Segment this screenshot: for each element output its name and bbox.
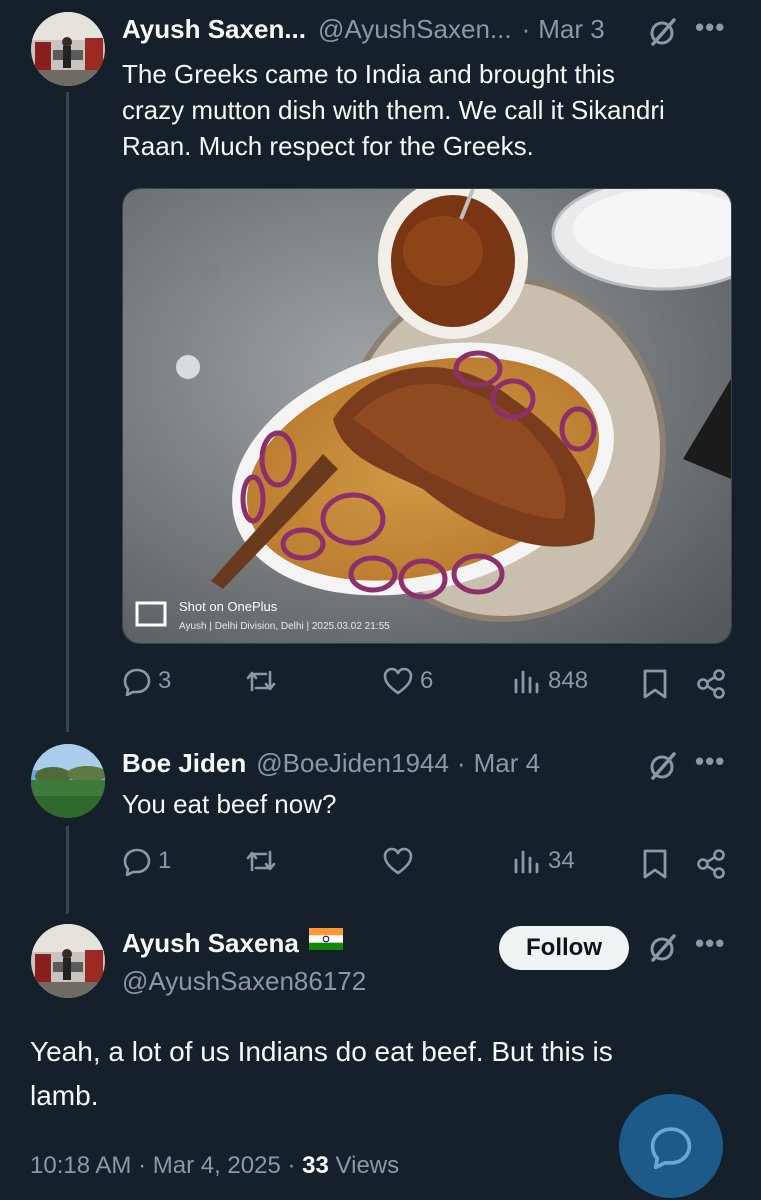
watermark-title: Shot on OnePlus [179,599,278,614]
tweet3-handle-row: @AyushSaxen86172 [122,966,366,997]
tweet3-handle[interactable]: @AyushSaxen86172 [122,966,366,997]
share-icon [697,849,725,879]
compose-reply-icon [650,1127,692,1169]
tweet3-views-label: Views [335,1152,400,1179]
avatar-ayush-focused[interactable] [31,924,105,998]
tweet2-handle[interactable]: @BoeJiden1944 [256,748,449,779]
bookmark-icon [643,669,667,699]
avatar-ayush[interactable] [31,12,105,86]
tweet1-like-count: 6 [420,667,434,694]
like-icon [383,847,413,875]
tweet2-date[interactable]: Mar 4 [474,748,540,779]
tweet1-text-line: Raan. Much respect for the Greeks. [122,131,534,161]
tweet2-views-count: 34 [548,847,575,874]
tweet1-date[interactable]: Mar 3 [538,14,604,45]
tweet1-text-line: The Greeks came to India and brought thi… [122,59,615,89]
tweet3-time[interactable]: 10:18 AM [30,1152,131,1179]
tweet1-reply-count: 3 [158,667,172,694]
tweet3-date[interactable]: Mar 4, 2025 [153,1152,281,1179]
tweet1-like-button[interactable]: 6 [382,666,433,696]
tweet2-display-name[interactable]: Boe Jiden [122,748,246,779]
tweet1-display-name[interactable]: Ayush Saxen... [122,14,306,45]
tweet3-display-name[interactable]: Ayush Saxena [122,928,299,959]
follow-button[interactable]: Follow [499,926,629,970]
share-icon [697,669,725,699]
more-icon[interactable]: ••• [695,12,725,43]
grok-icon[interactable] [645,14,681,50]
compose-reply-button[interactable] [619,1094,723,1198]
tweet3-text: Yeah, a lot of us Indians do eat beef. B… [30,1030,730,1118]
india-flag-icon [308,928,343,950]
like-icon [383,667,413,695]
tweet1-views-button[interactable]: 848 [512,666,588,696]
tweet2-repost-button[interactable] [244,846,284,876]
food-photo: Shot on OnePlus Ayush | Delhi Division, … [123,189,731,643]
tweet1-header: Ayush Saxen... @AyushSaxen... · Mar 3 [122,14,605,45]
tweet3-views-count: 33 [302,1152,329,1179]
tweet2-bookmark-button[interactable] [640,846,670,882]
tweet3-text-line: lamb. [30,1080,99,1111]
tweet2-reply-count: 1 [158,847,172,874]
repost-icon [246,850,276,872]
tweet2-header: Boe Jiden @BoeJiden1944 · Mar 4 [122,748,540,779]
grok-icon[interactable] [645,930,681,966]
tweet1-handle[interactable]: @AyushSaxen... [318,14,512,45]
reply-icon [123,668,151,696]
tweet3-meta: 10:18 AM · Mar 4, 2025 · 33 Views [30,1152,399,1180]
tweet1-share-button[interactable] [694,666,728,702]
more-icon[interactable]: ••• [695,746,725,777]
tweet1-bookmark-button[interactable] [640,666,670,702]
thread-line-2 [66,826,69,914]
bookmark-icon [643,849,667,879]
tweet3-name-row: Ayush Saxena [122,928,343,959]
tweet2-reply-button[interactable]: 1 [122,846,171,876]
tweet1-actions: 3 6 848 [122,666,732,706]
repost-icon [246,670,276,692]
tweet2-share-button[interactable] [694,846,728,882]
watermark-detail: Ayush | Delhi Division, Delhi | 2025.03.… [179,621,390,632]
tweet2-like-button[interactable] [382,846,420,876]
tweet2-text: You eat beef now? [122,789,337,819]
tweet3-text-line: Yeah, a lot of us Indians do eat beef. B… [30,1036,613,1067]
tweet1-text: The Greeks came to India and brought thi… [122,56,742,164]
tweet1-dot: · [521,14,531,44]
tweet2-dot: · [456,748,466,778]
reply-icon [123,848,151,876]
avatar-boe[interactable] [31,744,105,818]
tweet1-text-line: crazy mutton dish with them. We call it … [122,95,665,125]
tweet1-reply-button[interactable]: 3 [122,666,171,696]
tweet3-dot: · [287,1152,296,1179]
tweet3-dot: · [138,1152,147,1179]
tweet1-repost-button[interactable] [244,666,284,696]
tweet1-photo[interactable]: Shot on OnePlus Ayush | Delhi Division, … [122,188,732,644]
grok-icon[interactable] [645,748,681,784]
tweet2-views-button[interactable]: 34 [512,846,575,876]
tweet2-actions: 1 34 [122,846,732,886]
views-icon [514,670,539,694]
more-icon[interactable]: ••• [695,928,725,959]
views-icon [514,850,539,874]
thread-line-1 [66,92,69,732]
tweet1-views-count: 848 [548,667,589,694]
